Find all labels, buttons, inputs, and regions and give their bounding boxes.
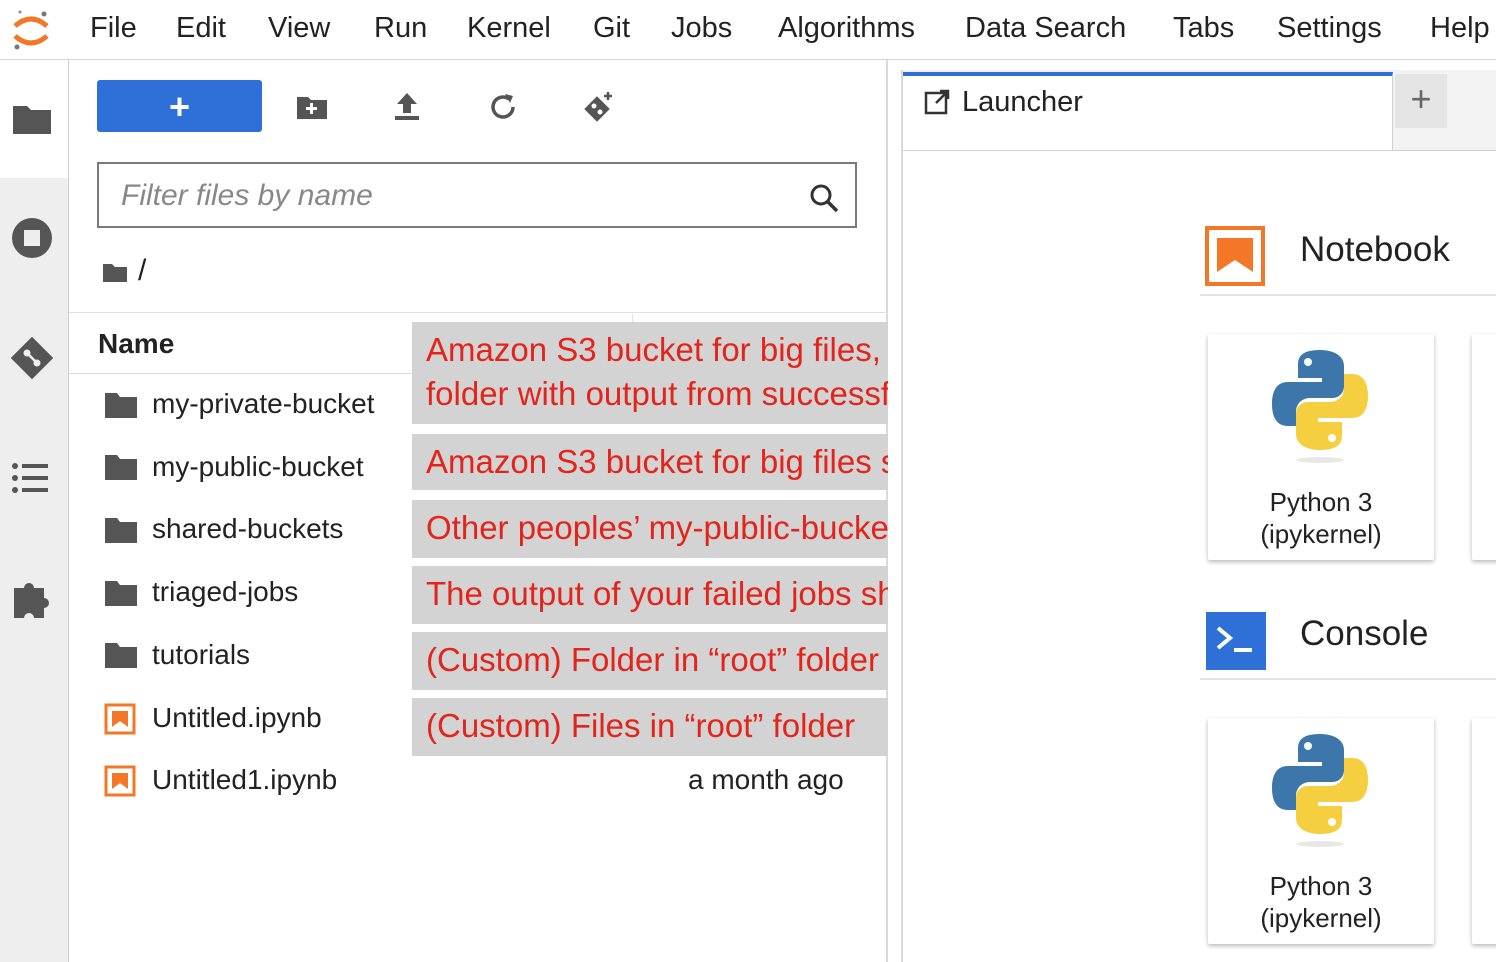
file-item-my-public-bucket[interactable]: my-public-bucket [152, 451, 364, 483]
menu-jobs[interactable]: Jobs [671, 12, 732, 45]
new-folder-icon[interactable] [295, 90, 329, 124]
card-label-line1: Python 3 [1269, 871, 1373, 901]
menu-algorithms[interactable]: Algorithms [778, 12, 915, 45]
new-button-label: + [168, 86, 191, 127]
file-modified-date: a month ago [688, 764, 844, 795]
breadcrumb-folder-icon[interactable] [102, 262, 128, 284]
file-item-my-private-bucket[interactable]: my-private-bucket [152, 388, 375, 420]
tab-launcher-label[interactable]: Launcher [962, 86, 1083, 119]
card-label-line2: (ipykernel) [1260, 519, 1382, 549]
folder-icon [105, 581, 137, 606]
add-tab-label: + [1410, 78, 1432, 119]
launcher-card-partial[interactable] [1472, 718, 1496, 944]
refresh-icon[interactable] [486, 90, 520, 124]
launcher-card-partial[interactable] [1472, 334, 1496, 560]
console-section-icon [1206, 612, 1266, 670]
annotation-custom-files: (Custom) Files in “root” folder [412, 698, 917, 756]
notebook-section-icon [1205, 226, 1265, 286]
git-icon[interactable] [10, 336, 54, 380]
add-tab-button[interactable]: + [1395, 74, 1447, 128]
filter-files-input[interactable] [119, 176, 783, 216]
section-rule [1200, 678, 1496, 680]
column-header-name[interactable]: Name [98, 328, 174, 360]
file-item-untitled1-ipynb[interactable]: Untitled1.ipynb [152, 764, 337, 796]
menu-edit[interactable]: Edit [176, 12, 226, 45]
file-item-untitled-ipynb[interactable]: Untitled.ipynb [152, 702, 322, 734]
folder-icon [105, 455, 137, 480]
folder-icon [105, 393, 137, 418]
menu-view[interactable]: View [268, 12, 330, 45]
upload-icon[interactable] [390, 90, 424, 124]
card-label-line1: Python 3 [1269, 487, 1373, 517]
menu-settings[interactable]: Settings [1277, 12, 1382, 45]
folder-icon[interactable] [10, 96, 54, 140]
notebook-icon [104, 703, 136, 735]
git-clone-icon[interactable] [582, 90, 616, 124]
menu-git[interactable]: Git [593, 12, 630, 45]
python-logo-icon [1272, 734, 1368, 847]
menu-file[interactable]: File [90, 12, 137, 45]
menu-help[interactable]: Help [1430, 12, 1490, 45]
new-launcher-button[interactable]: + [97, 80, 262, 132]
menu-kernel[interactable]: Kernel [467, 12, 551, 45]
menu-run[interactable]: Run [374, 12, 427, 45]
section-rule [1200, 294, 1496, 296]
folder-icon [105, 643, 137, 668]
search-icon [810, 184, 839, 213]
main-area-border [901, 70, 903, 962]
card-label-line2: (ipykernel) [1260, 903, 1382, 933]
menu-tabs[interactable]: Tabs [1173, 12, 1234, 45]
menu-data-search[interactable]: Data Search [965, 12, 1126, 45]
annotation-custom-folder: (Custom) Folder in “root” folder [412, 632, 944, 690]
section-title-notebook: Notebook [1300, 230, 1450, 269]
file-item-shared-buckets[interactable]: shared-buckets [152, 513, 343, 545]
section-title-console: Console [1300, 614, 1429, 653]
jupyter-logo-icon [10, 6, 52, 54]
python-logo-icon [1272, 350, 1368, 463]
folder-icon [105, 518, 137, 543]
activity-bar [0, 60, 69, 962]
breadcrumb-root[interactable]: / [138, 254, 146, 288]
running-stop-icon[interactable] [10, 216, 54, 260]
extension-puzzle-icon[interactable] [10, 576, 54, 620]
filter-box [97, 162, 857, 228]
file-item-triaged-jobs[interactable]: triaged-jobs [152, 576, 298, 608]
notebook-icon [104, 765, 136, 797]
table-of-contents-icon[interactable] [10, 456, 54, 500]
file-item-tutorials[interactable]: tutorials [152, 639, 250, 671]
launch-icon [924, 89, 950, 115]
